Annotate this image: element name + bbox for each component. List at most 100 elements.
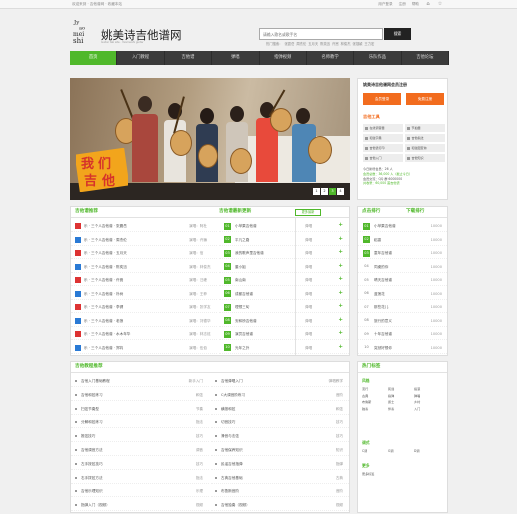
help-link[interactable]: 帮助 <box>412 2 419 7</box>
ranking-item[interactable]: 05 晴天吉他谱 10000 <box>358 274 447 286</box>
list-item[interactable]: 乐 · 三个人吉他谱 · 周杰伦 演唱：许巍 <box>71 234 217 246</box>
lesson-item[interactable]: 吉他独奏（视频） 视频 <box>211 499 349 512</box>
song-title[interactable]: 旅行的意义 <box>374 319 392 323</box>
list-item[interactable]: 乐 · 三个人吉他谱 · 张震岳 演唱：阿杜 <box>71 220 217 232</box>
tag-link[interactable]: 独奏 <box>362 407 388 412</box>
hot-term[interactable]: 五月天 <box>308 42 318 46</box>
more-latest-button[interactable]: 更多最新 <box>295 209 321 216</box>
nav-item-strum[interactable]: 弹唱 <box>212 51 260 65</box>
ranking-item[interactable]: 01 小苹果吉他谱 10000 <box>358 220 447 232</box>
ranking-item[interactable]: 04 同桌的你 10000 <box>358 261 447 273</box>
song-title[interactable]: 乐 · 三个人吉他谱 · 周杰伦 <box>84 238 127 242</box>
ranking-item[interactable]: 02 稻香 10000 <box>358 234 447 246</box>
list-item[interactable]: 乐 · 三个人吉他谱 · 朴树 演唱：王菲 <box>71 288 217 300</box>
song-title[interactable]: 童年吉他谱 <box>374 251 392 255</box>
nav-item-tabs[interactable]: 吉他谱 <box>165 51 213 65</box>
tool-link[interactable]: 吉他指法 <box>405 134 445 142</box>
lesson-title[interactable]: 吉他弹唱入门 <box>221 379 243 383</box>
list-item[interactable]: 乐 · 三个人吉他谱 · 郑钧 演唱：伍佰 <box>71 342 217 354</box>
add-icon[interactable]: + <box>338 263 343 270</box>
add-icon[interactable]: + <box>338 344 343 351</box>
tool-link[interactable]: 在线调音器 <box>363 124 403 132</box>
lesson-title[interactable]: C大调音阶练习 <box>221 393 245 397</box>
song-title[interactable]: 乐 · 三个人吉他谱 · 张震岳 <box>84 224 127 228</box>
download-rank-tab[interactable]: 下载排行 <box>406 209 424 215</box>
song-title[interactable]: 蓝莲花 <box>374 292 385 296</box>
list-item[interactable]: 09 演员吉他谱 弹唱 + <box>219 328 349 340</box>
song-title[interactable]: 稻香 <box>374 238 381 242</box>
tool-link[interactable]: 节拍器 <box>405 124 445 132</box>
lesson-item[interactable]: 吉他和弦练习 和弦 <box>71 389 209 401</box>
hot-term[interactable]: 周杰伦 <box>296 42 306 46</box>
song-title[interactable]: 同桌的你 <box>374 265 388 269</box>
song-title[interactable]: 平凡之路 <box>235 238 249 242</box>
lesson-item[interactable]: 推弦技巧 技巧 <box>71 430 209 443</box>
tag-link[interactable]: 布鲁斯 <box>362 401 388 405</box>
song-title[interactable]: 董小姐 <box>235 265 246 269</box>
lesson-item[interactable]: 指弹入门（视频） 视频 <box>71 499 209 512</box>
lesson-title[interactable]: 分解和弦练习 <box>81 420 103 424</box>
nav-item-band[interactable]: 乐队作品 <box>354 51 402 65</box>
list-item[interactable]: 乐 · 三个人吉他谱 · 五月天 演唱：信 <box>71 247 217 259</box>
ranking-item[interactable]: 08 旅行的意义 10000 <box>358 315 447 327</box>
login-button[interactable]: 会员登录 <box>363 93 401 105</box>
tag-link[interactable]: 乡村 <box>414 401 440 405</box>
list-item[interactable]: 08 安和桥吉他谱 弹唱 + <box>219 315 349 327</box>
hot-term[interactable]: 许嵩 <box>332 42 339 46</box>
list-item[interactable]: 05 南山南 弹唱 + <box>219 274 349 286</box>
tool-link[interactable]: 和弦字典 <box>363 134 403 142</box>
lesson-item[interactable]: 民谣吉他指弹 指弹 <box>211 458 349 470</box>
list-item[interactable]: 10 光年之外 弹唱 + <box>219 342 349 354</box>
tag-link[interactable]: C调 <box>362 449 388 454</box>
lesson-title[interactable]: 吉他和弦练习 <box>81 393 103 397</box>
nav-item-tutorial[interactable]: 入门教程 <box>117 51 165 65</box>
lesson-title[interactable]: 滑音与击弦 <box>221 434 239 438</box>
lesson-item[interactable]: 吉他保养知识 知识 <box>211 444 349 456</box>
song-title[interactable]: 乐 · 三个人吉他谱 · 陈奕迅 <box>84 265 127 269</box>
tag-link[interactable]: 指弹 <box>388 394 414 399</box>
add-icon[interactable]: + <box>338 317 343 324</box>
hot-term[interactable]: 张靓颖 <box>353 42 363 46</box>
lesson-item[interactable]: C大调音阶练习 音阶 <box>211 389 349 401</box>
add-icon[interactable]: + <box>338 303 343 310</box>
add-icon[interactable]: + <box>338 276 343 283</box>
list-item[interactable]: 乐 · 三个人吉他谱 · 李健 演唱：张学友 <box>71 301 217 313</box>
banner-slider[interactable]: 我 们 吉 他 1 2 3 4 <box>70 78 350 200</box>
tag-link[interactable]: 摇滚 <box>414 387 440 392</box>
lesson-title[interactable]: 指弹入门（视频） <box>81 503 110 507</box>
add-icon[interactable]: + <box>338 290 343 297</box>
tag-link[interactable]: 古典 <box>362 394 388 399</box>
list-item[interactable]: 01 小苹果吉他谱 弹唱 + <box>219 220 349 232</box>
list-item[interactable]: 02 平凡之路 弹唱 + <box>219 234 349 246</box>
song-title[interactable]: 乐 · 三个人吉他谱 · 李健 <box>84 305 123 309</box>
lesson-title[interactable]: 民谣吉他指弹 <box>221 462 243 466</box>
list-item[interactable]: 04 董小姐 弹唱 + <box>219 261 349 273</box>
hot-term[interactable]: 林俊杰 <box>341 42 351 46</box>
ranking-item[interactable]: 03 童年吉他谱 10000 <box>358 247 447 259</box>
song-title[interactable]: 突然好想你 <box>374 346 392 350</box>
search-button[interactable]: 搜索 <box>384 28 411 40</box>
slider-page-button[interactable]: 2 <box>321 188 328 195</box>
lesson-item[interactable]: 吉他入门基础教程 新手入门 <box>71 375 209 387</box>
list-item[interactable]: 乐 · 三个人吉他谱 · 老狼 演唱：刘德华 <box>71 315 217 327</box>
tool-link[interactable]: 和弦图查询 <box>405 144 445 152</box>
lesson-item[interactable]: 切音技巧 技巧 <box>211 416 349 429</box>
lesson-title[interactable]: 吉他乐理知识 <box>81 489 103 493</box>
song-title[interactable]: 乐 · 三个人吉他谱 · 老狼 <box>84 319 123 323</box>
list-item[interactable]: 乐 · 三个人吉他谱 · 水木年华 演唱：林志炫 <box>71 328 217 340</box>
hot-term[interactable]: 陈奕迅 <box>320 42 330 46</box>
hot-term[interactable]: 张震岳 <box>284 42 294 46</box>
star-icon[interactable]: ☆ <box>437 2 443 7</box>
lesson-title[interactable]: 布鲁斯音阶 <box>221 489 239 493</box>
click-rank-tab[interactable]: 点击排行 <box>362 209 380 215</box>
song-title[interactable]: 理想三旬 <box>235 305 249 309</box>
song-title[interactable]: 演员吉他谱 <box>235 332 253 336</box>
hot-term[interactable]: 王力宏 <box>364 42 374 46</box>
song-title[interactable]: 安和桥吉他谱 <box>235 319 257 323</box>
nav-item-home[interactable]: 首页 <box>70 51 118 65</box>
lesson-item[interactable]: 布鲁斯音阶 音阶 <box>211 485 349 498</box>
song-title[interactable]: 那些花儿 <box>374 305 388 309</box>
song-title[interactable]: 乐 · 三个人吉他谱 · 朴树 <box>84 292 123 296</box>
nav-item-video[interactable]: 指弹视频 <box>260 51 307 65</box>
tag-link[interactable]: 爵士 <box>388 401 414 405</box>
